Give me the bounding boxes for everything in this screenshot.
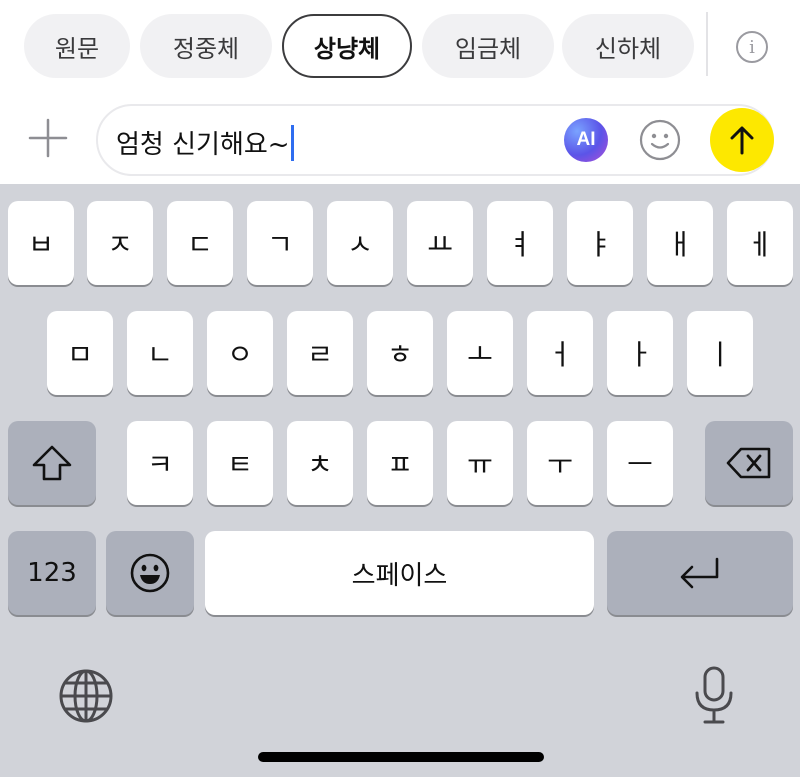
key[interactable]: ㅅ: [327, 201, 393, 285]
message-input[interactable]: 엄청 신기해요~ AI: [96, 104, 774, 176]
korean-keyboard: ㅂ ㅈ ㄷ ㄱ ㅅ ㅛ ㅕ ㅑ ㅐ ㅔ ㅁ ㄴ ㅇ ㄹ ㅎ ㅗ ㅓ ㅏ ㅣ ㅋ …: [0, 184, 800, 777]
key[interactable]: ㅕ: [487, 201, 553, 285]
key[interactable]: ㅎ: [367, 311, 433, 395]
key[interactable]: ㄹ: [287, 311, 353, 395]
key[interactable]: ㅇ: [207, 311, 273, 395]
message-text-value: 엄청 신기해요~: [116, 130, 290, 160]
key[interactable]: ㅓ: [527, 311, 593, 395]
top-panel: 원문 정중체 상냥체 임금체 신하체 i 엄청 신기해요~ AI: [0, 0, 800, 184]
key[interactable]: ㅡ: [607, 421, 673, 505]
key[interactable]: ㅗ: [447, 311, 513, 395]
return-icon: [680, 557, 719, 589]
key[interactable]: ㅋ: [127, 421, 193, 505]
space-button[interactable]: 스페이스: [205, 531, 594, 615]
home-indicator: [258, 752, 544, 762]
microphone-icon[interactable]: [684, 662, 744, 730]
arrow-up-icon: [730, 126, 754, 155]
key[interactable]: ㅠ: [447, 421, 513, 505]
key[interactable]: ㅑ: [567, 201, 633, 285]
text-caret: [290, 124, 294, 161]
key[interactable]: ㅏ: [607, 311, 673, 395]
emoticon-icon[interactable]: [638, 118, 682, 162]
key[interactable]: ㅣ: [687, 311, 753, 395]
key[interactable]: ㅛ: [407, 201, 473, 285]
key[interactable]: ㅂ: [8, 201, 74, 285]
style-tab-polite[interactable]: 정중체: [140, 14, 272, 78]
style-tab-original[interactable]: 원문: [24, 14, 130, 78]
info-icon[interactable]: i: [736, 31, 768, 63]
key[interactable]: ㅍ: [367, 421, 433, 505]
globe-icon[interactable]: [56, 666, 116, 726]
shift-button[interactable]: [8, 421, 96, 505]
key[interactable]: ㅜ: [527, 421, 593, 505]
shift-icon: [32, 445, 72, 481]
message-text[interactable]: 엄청 신기해요~: [116, 124, 294, 161]
key[interactable]: ㅔ: [727, 201, 793, 285]
send-button[interactable]: [710, 108, 774, 172]
backspace-icon: [726, 447, 771, 479]
style-tab-friendly[interactable]: 상냥체: [282, 14, 412, 78]
plus-icon[interactable]: [22, 112, 74, 164]
style-tab-servant[interactable]: 신하체: [562, 14, 694, 78]
key[interactable]: ㅈ: [87, 201, 153, 285]
return-button[interactable]: [607, 531, 793, 615]
ai-button[interactable]: AI: [564, 118, 608, 162]
key[interactable]: ㄷ: [167, 201, 233, 285]
key[interactable]: ㄱ: [247, 201, 313, 285]
backspace-button[interactable]: [705, 421, 793, 505]
key[interactable]: ㅊ: [287, 421, 353, 505]
key[interactable]: ㅁ: [47, 311, 113, 395]
numbers-button[interactable]: 123: [8, 531, 96, 615]
style-tab-king[interactable]: 임금체: [422, 14, 554, 78]
key[interactable]: ㅐ: [647, 201, 713, 285]
key[interactable]: ㅌ: [207, 421, 273, 505]
key[interactable]: ㄴ: [127, 311, 193, 395]
emoji-keyboard-button[interactable]: [106, 531, 194, 615]
emoji-icon: [130, 553, 170, 593]
tab-divider: [706, 12, 708, 76]
